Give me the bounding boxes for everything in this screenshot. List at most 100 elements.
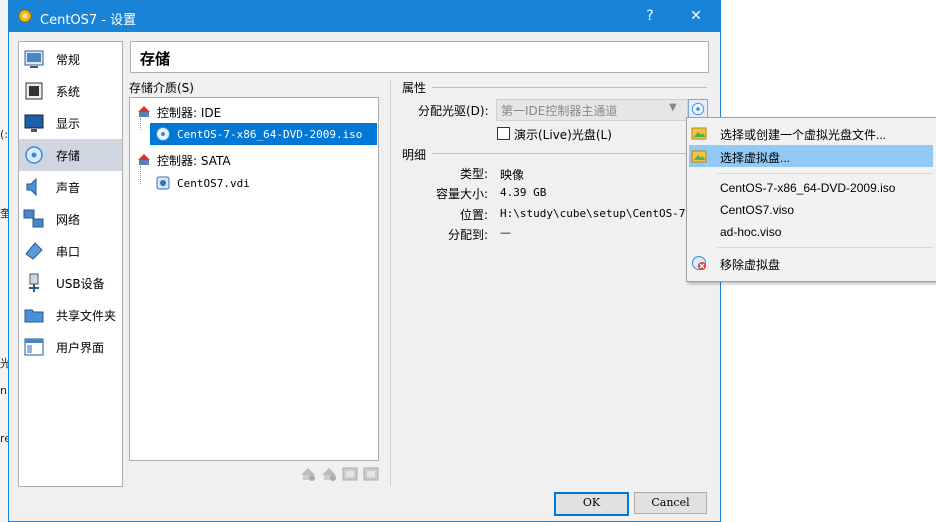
add-attachment-icon[interactable] [299, 465, 317, 483]
menu-item-label: ad-hoc.viso [720, 225, 782, 239]
category-label: 声音 [56, 181, 81, 195]
detail-value-size: 4.39 GB [500, 186, 547, 199]
category-item[interactable]: USB设备 [19, 267, 122, 299]
optical-disc-icon [156, 127, 170, 141]
storage-tree: 控制器: IDE CentOS-7-x86_64-DVD-2009.iso 控制… [129, 97, 379, 461]
user-interface-icon [24, 338, 44, 356]
category-item[interactable]: 声音 [19, 171, 122, 203]
live-cd-label: 演示(Live)光盘(L) [514, 128, 612, 142]
choose-disk-button[interactable] [688, 99, 708, 119]
category-label: 系统 [56, 85, 81, 99]
cancel-button[interactable]: Cancel [634, 492, 707, 514]
audio-icon [26, 177, 37, 197]
category-item[interactable]: 系统 [19, 75, 122, 107]
detail-key-size: 容量大小: [435, 187, 488, 201]
tree-item-sata-controller[interactable]: 控制器: SATA [130, 148, 378, 170]
chevron-down-icon: ▼ [669, 102, 677, 113]
settings-gear-icon [18, 9, 32, 23]
section-divider [432, 153, 707, 154]
tree-item-iso[interactable]: CentOS-7-x86_64-DVD-2009.iso [150, 123, 377, 145]
controller-icon [138, 106, 150, 117]
title-bar[interactable]: CentOS7 - 设置 ? ✕ [9, 1, 720, 32]
controller-icon [138, 154, 150, 165]
category-label: 显示 [56, 117, 81, 131]
detail-value-type: 映像 [500, 168, 525, 182]
tree-item-vdi[interactable]: CentOS7.vdi [150, 172, 377, 194]
category-label: USB设备 [56, 277, 105, 291]
page-header: 存储 [130, 41, 709, 73]
remove-attachment-icon[interactable] [320, 465, 338, 483]
tree-item-ide-controller[interactable]: 控制器: IDE [130, 100, 378, 122]
menu-item-choose-disk[interactable]: 选择虚拟盘... [689, 145, 933, 167]
page-title: 存储 [140, 50, 171, 68]
tree-item-label: CentOS7.vdi [177, 177, 250, 190]
menu-separator [717, 173, 933, 174]
menu-item-adhoc-viso[interactable]: ad-hoc.viso [687, 221, 935, 243]
category-list: 常规系统显示存储声音网络串口 USB设备共享文件夹用户界面 [18, 41, 123, 487]
category-item[interactable]: 用户界面 [19, 331, 122, 363]
panel-separator [390, 81, 391, 486]
drive-select-value: 第一IDE控制器主通道 [501, 104, 618, 118]
disk-menu: 选择或创建一个虚拟光盘文件... 选择虚拟盘... CentOS-7-x86_6… [686, 117, 936, 282]
menu-item-label: 移除虚拟盘 [720, 258, 781, 272]
menu-item-label: 选择虚拟盘... [720, 151, 791, 165]
network-icon [23, 209, 44, 228]
tree-item-label: CentOS-7-x86_64-DVD-2009.iso [177, 128, 363, 141]
tree-item-label: 控制器: SATA [157, 154, 231, 168]
category-item[interactable]: 常规 [19, 43, 122, 75]
disk-folder-icon [691, 127, 707, 140]
drive-label: 分配光驱(D): [418, 104, 489, 118]
storage-icon [25, 146, 43, 164]
detail-value-attached: — [500, 226, 511, 239]
category-item[interactable]: 串口 [19, 235, 122, 267]
menu-separator [717, 247, 933, 248]
detail-value-location: H:\study\cube\setup\CentOS-7-x8 [500, 207, 706, 220]
tree-item-label: 控制器: IDE [157, 106, 222, 120]
attributes-section-label: 属性 [402, 81, 427, 95]
category-label: 串口 [56, 245, 81, 259]
menu-item-label: CentOS-7-x86_64-DVD-2009.iso [720, 181, 896, 195]
drive-select[interactable]: 第一IDE控制器主通道 ▼ [496, 99, 688, 121]
usb-icon [29, 273, 39, 292]
close-button[interactable]: ✕ [673, 1, 719, 32]
shared-folder-icon [24, 309, 44, 323]
hard-disk-icon [156, 176, 170, 190]
system-icon [25, 82, 43, 100]
category-label: 用户界面 [56, 341, 105, 355]
help-button[interactable]: ? [627, 1, 673, 32]
serial-port-icon [25, 242, 43, 260]
general-icon [24, 50, 44, 68]
display-icon [24, 114, 44, 132]
section-divider [432, 87, 707, 88]
remove-controller-icon[interactable] [362, 465, 380, 483]
tree-connector [140, 166, 142, 184]
category-label: 存储 [56, 149, 81, 163]
live-cd-checkbox[interactable] [497, 127, 510, 140]
ok-button[interactable]: OK [554, 492, 629, 516]
menu-item-recent-viso[interactable]: CentOS7.viso [687, 199, 935, 221]
remove-disk-icon [692, 256, 706, 270]
menu-item-create-disk[interactable]: 选择或创建一个虚拟光盘文件... [687, 122, 935, 144]
menu-item-label: CentOS7.viso [720, 203, 795, 217]
category-item[interactable]: 共享文件夹 [19, 299, 122, 331]
menu-item-label: 选择或创建一个虚拟光盘文件... [720, 128, 887, 142]
category-item[interactable]: 网络 [19, 203, 122, 235]
menu-item-remove-disk[interactable]: 移除虚拟盘 [687, 252, 935, 274]
detail-key-type: 类型: [459, 167, 488, 181]
menu-item-recent-iso[interactable]: CentOS-7-x86_64-DVD-2009.iso [687, 177, 935, 199]
details-section-label: 明细 [402, 148, 427, 162]
window-title: CentOS7 - 设置 [40, 13, 137, 28]
add-controller-icon[interactable] [341, 465, 359, 483]
storage-media-label: 存储介质(S) [129, 81, 194, 95]
category-label: 常规 [56, 53, 81, 67]
tree-connector [140, 118, 142, 130]
optical-disc-icon [691, 102, 705, 116]
category-label: 共享文件夹 [56, 309, 117, 323]
category-item[interactable]: 显示 [19, 107, 122, 139]
detail-key-location: 位置: [459, 208, 488, 222]
category-item[interactable]: 存储 [19, 139, 122, 171]
disk-folder-icon [691, 150, 707, 163]
category-label: 网络 [56, 213, 81, 227]
settings-dialog: CentOS7 - 设置 ? ✕ 常规 系统 显示 存储 声音 网络 串口 USB设备 共享文件… [8, 0, 721, 522]
detail-key-attached: 分配到: [447, 228, 488, 242]
